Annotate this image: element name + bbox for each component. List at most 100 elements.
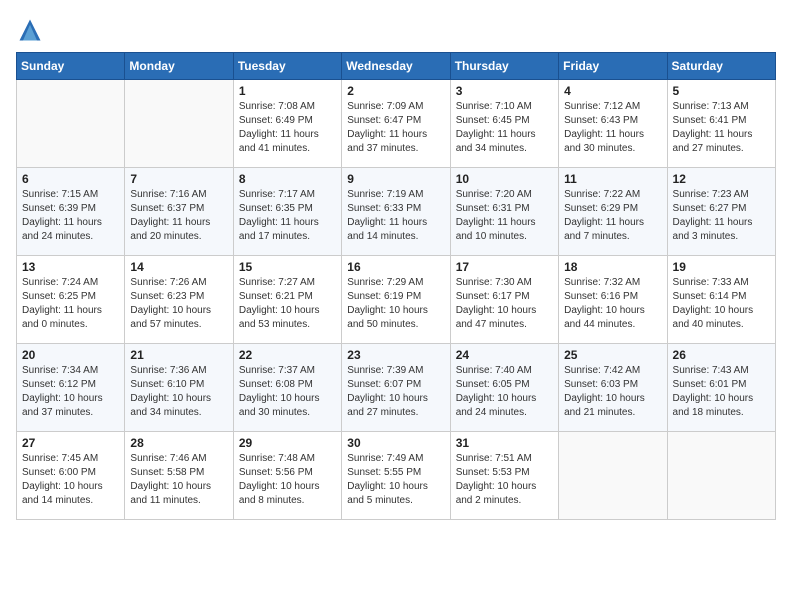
day-info: Sunrise: 7:24 AM Sunset: 6:25 PM Dayligh…: [22, 276, 119, 332]
day-number: 22: [239, 348, 336, 362]
calendar-cell: 13 Sunrise: 7:24 AM Sunset: 6:25 PM Dayli…: [17, 256, 125, 344]
calendar-cell: 27Sunrise: 7:45 AM Sunset: 6:00 PM Dayli…: [17, 432, 125, 520]
day-info: Sunrise: 7:19 AM Sunset: 6:33 PM Dayligh…: [347, 188, 444, 244]
calendar-cell: 16 Sunrise: 7:29 AM Sunset: 6:19 PM Dayli…: [342, 256, 450, 344]
day-number: 6: [22, 172, 119, 186]
calendar-cell: 9 Sunrise: 7:19 AM Sunset: 6:33 PM Daylig…: [342, 168, 450, 256]
calendar-cell: 1 Sunrise: 7:08 AM Sunset: 6:49 PM Daylig…: [233, 80, 341, 168]
day-info: Sunrise: 7:46 AM Sunset: 5:58 PM Dayligh…: [130, 452, 227, 508]
calendar-cell: [667, 432, 775, 520]
calendar-cell: 5Sunrise: 7:13 AM Sunset: 6:41 PM Daylig…: [667, 80, 775, 168]
calendar-cell: 17 Sunrise: 7:30 AM Sunset: 6:17 PM Dayli…: [450, 256, 558, 344]
day-info: Sunrise: 7:22 AM Sunset: 6:29 PM Dayligh…: [564, 188, 661, 244]
day-number: 26: [673, 348, 770, 362]
day-of-week-header: Sunday: [17, 53, 125, 80]
day-info: Sunrise: 7:30 AM Sunset: 6:17 PM Dayligh…: [456, 276, 553, 332]
day-info: Sunrise: 7:42 AM Sunset: 6:03 PM Dayligh…: [564, 364, 661, 420]
calendar-header-row: SundayMondayTuesdayWednesdayThursdayFrid…: [17, 53, 776, 80]
calendar-cell: 23Sunrise: 7:39 AM Sunset: 6:07 PM Dayli…: [342, 344, 450, 432]
day-number: 10: [456, 172, 553, 186]
day-info: Sunrise: 7:26 AM Sunset: 6:23 PM Dayligh…: [130, 276, 227, 332]
calendar-week-row: 20Sunrise: 7:34 AM Sunset: 6:12 PM Dayli…: [17, 344, 776, 432]
calendar-cell: 19 Sunrise: 7:33 AM Sunset: 6:14 PM Dayli…: [667, 256, 775, 344]
day-number: 7: [130, 172, 227, 186]
calendar-week-row: 27Sunrise: 7:45 AM Sunset: 6:00 PM Dayli…: [17, 432, 776, 520]
day-info: Sunrise: 7:29 AM Sunset: 6:19 PM Dayligh…: [347, 276, 444, 332]
day-info: Sunrise: 7:43 AM Sunset: 6:01 PM Dayligh…: [673, 364, 770, 420]
day-number: 1: [239, 84, 336, 98]
day-info: Sunrise: 7:36 AM Sunset: 6:10 PM Dayligh…: [130, 364, 227, 420]
day-number: 28: [130, 436, 227, 450]
day-info: Sunrise: 7:09 AM Sunset: 6:47 PM Dayligh…: [347, 100, 444, 156]
day-info: Sunrise: 7:33 AM Sunset: 6:14 PM Dayligh…: [673, 276, 770, 332]
day-info: Sunrise: 7:27 AM Sunset: 6:21 PM Dayligh…: [239, 276, 336, 332]
calendar-cell: 14 Sunrise: 7:26 AM Sunset: 6:23 PM Dayli…: [125, 256, 233, 344]
calendar-cell: 18 Sunrise: 7:32 AM Sunset: 6:16 PM Dayli…: [559, 256, 667, 344]
day-info: Sunrise: 7:08 AM Sunset: 6:49 PM Dayligh…: [239, 100, 336, 156]
calendar-cell: [559, 432, 667, 520]
day-info: Sunrise: 7:49 AM Sunset: 5:55 PM Dayligh…: [347, 452, 444, 508]
calendar-cell: 8 Sunrise: 7:17 AM Sunset: 6:35 PM Daylig…: [233, 168, 341, 256]
day-info: Sunrise: 7:15 AM Sunset: 6:39 PM Dayligh…: [22, 188, 119, 244]
day-of-week-header: Wednesday: [342, 53, 450, 80]
day-number: 31: [456, 436, 553, 450]
day-number: 12: [673, 172, 770, 186]
day-info: Sunrise: 7:51 AM Sunset: 5:53 PM Dayligh…: [456, 452, 553, 508]
day-number: 20: [22, 348, 119, 362]
calendar-cell: 29 Sunrise: 7:48 AM Sunset: 5:56 PM Dayli…: [233, 432, 341, 520]
day-of-week-header: Friday: [559, 53, 667, 80]
calendar-cell: 20Sunrise: 7:34 AM Sunset: 6:12 PM Dayli…: [17, 344, 125, 432]
calendar-cell: 30 Sunrise: 7:49 AM Sunset: 5:55 PM Dayli…: [342, 432, 450, 520]
day-of-week-header: Thursday: [450, 53, 558, 80]
day-info: Sunrise: 7:20 AM Sunset: 6:31 PM Dayligh…: [456, 188, 553, 244]
day-info: Sunrise: 7:17 AM Sunset: 6:35 PM Dayligh…: [239, 188, 336, 244]
day-number: 8: [239, 172, 336, 186]
day-number: 16: [347, 260, 444, 274]
day-number: 30: [347, 436, 444, 450]
calendar-cell: 31 Sunrise: 7:51 AM Sunset: 5:53 PM Dayli…: [450, 432, 558, 520]
calendar-cell: 26 Sunrise: 7:43 AM Sunset: 6:01 PM Dayli…: [667, 344, 775, 432]
day-info: Sunrise: 7:10 AM Sunset: 6:45 PM Dayligh…: [456, 100, 553, 156]
calendar-week-row: 1 Sunrise: 7:08 AM Sunset: 6:49 PM Daylig…: [17, 80, 776, 168]
calendar-cell: 28 Sunrise: 7:46 AM Sunset: 5:58 PM Dayli…: [125, 432, 233, 520]
calendar-week-row: 6 Sunrise: 7:15 AM Sunset: 6:39 PM Daylig…: [17, 168, 776, 256]
calendar-cell: 4Sunrise: 7:12 AM Sunset: 6:43 PM Daylig…: [559, 80, 667, 168]
logo-icon: [16, 16, 44, 44]
calendar-cell: 2Sunrise: 7:09 AM Sunset: 6:47 PM Daylig…: [342, 80, 450, 168]
day-number: 29: [239, 436, 336, 450]
day-number: 19: [673, 260, 770, 274]
day-number: 14: [130, 260, 227, 274]
calendar-cell: 15 Sunrise: 7:27 AM Sunset: 6:21 PM Dayli…: [233, 256, 341, 344]
day-info: Sunrise: 7:37 AM Sunset: 6:08 PM Dayligh…: [239, 364, 336, 420]
day-number: 24: [456, 348, 553, 362]
day-number: 11: [564, 172, 661, 186]
day-number: 17: [456, 260, 553, 274]
day-info: Sunrise: 7:23 AM Sunset: 6:27 PM Dayligh…: [673, 188, 770, 244]
day-number: 21: [130, 348, 227, 362]
calendar-cell: 25 Sunrise: 7:42 AM Sunset: 6:03 PM Dayli…: [559, 344, 667, 432]
calendar-cell: 11 Sunrise: 7:22 AM Sunset: 6:29 PM Dayli…: [559, 168, 667, 256]
day-info: Sunrise: 7:16 AM Sunset: 6:37 PM Dayligh…: [130, 188, 227, 244]
day-info: Sunrise: 7:39 AM Sunset: 6:07 PM Dayligh…: [347, 364, 444, 420]
calendar-cell: 24 Sunrise: 7:40 AM Sunset: 6:05 PM Dayli…: [450, 344, 558, 432]
day-number: 27: [22, 436, 119, 450]
day-number: 15: [239, 260, 336, 274]
day-of-week-header: Tuesday: [233, 53, 341, 80]
day-info: Sunrise: 7:32 AM Sunset: 6:16 PM Dayligh…: [564, 276, 661, 332]
calendar-cell: 22 Sunrise: 7:37 AM Sunset: 6:08 PM Dayli…: [233, 344, 341, 432]
calendar-table: SundayMondayTuesdayWednesdayThursdayFrid…: [16, 52, 776, 520]
calendar-cell: 3 Sunrise: 7:10 AM Sunset: 6:45 PM Daylig…: [450, 80, 558, 168]
day-number: 3: [456, 84, 553, 98]
day-number: 9: [347, 172, 444, 186]
day-info: Sunrise: 7:12 AM Sunset: 6:43 PM Dayligh…: [564, 100, 661, 156]
day-number: 18: [564, 260, 661, 274]
day-info: Sunrise: 7:40 AM Sunset: 6:05 PM Dayligh…: [456, 364, 553, 420]
calendar-body: 1 Sunrise: 7:08 AM Sunset: 6:49 PM Daylig…: [17, 80, 776, 520]
day-number: 25: [564, 348, 661, 362]
page-header: [16, 16, 776, 44]
calendar-cell: 7 Sunrise: 7:16 AM Sunset: 6:37 PM Daylig…: [125, 168, 233, 256]
day-of-week-header: Monday: [125, 53, 233, 80]
day-number: 13: [22, 260, 119, 274]
calendar-cell: 10 Sunrise: 7:20 AM Sunset: 6:31 PM Dayli…: [450, 168, 558, 256]
day-info: Sunrise: 7:48 AM Sunset: 5:56 PM Dayligh…: [239, 452, 336, 508]
